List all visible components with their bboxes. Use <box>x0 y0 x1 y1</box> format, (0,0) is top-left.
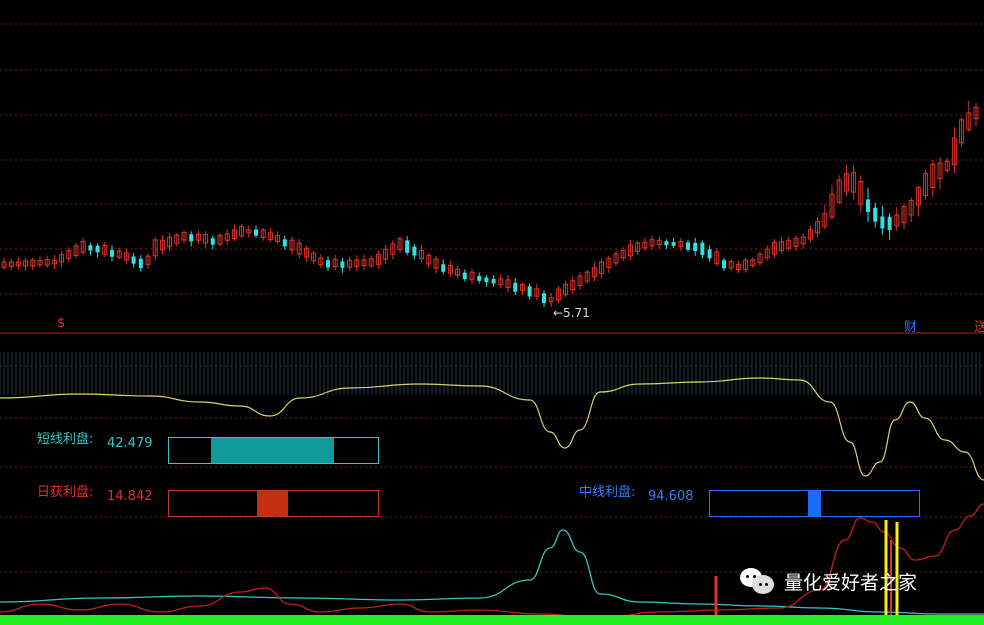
candle-body-down <box>700 242 705 256</box>
candle-body-down <box>484 277 489 283</box>
candle-body-down <box>527 286 532 297</box>
candle-body-down <box>491 278 496 284</box>
candle-body-down <box>462 272 467 280</box>
finance-marker: 财 <box>904 320 918 335</box>
candle-body-down <box>707 249 712 259</box>
candle-body-down <box>254 229 258 236</box>
mid-profit-fill <box>808 491 821 516</box>
short-profit-label: 短线利盘: <box>37 432 94 447</box>
candle-body-down <box>110 249 114 257</box>
mid-profit-label: 中线利盘: <box>579 485 636 500</box>
daily-profit-bar <box>168 490 379 517</box>
candle-body-down <box>887 216 892 231</box>
candle-body-down <box>189 234 194 242</box>
red-indicator-line <box>0 503 984 619</box>
short-profit-value: 42.479 <box>107 436 153 451</box>
low-price-marker: ←5.71 <box>553 306 590 320</box>
daily-profit-fill <box>256 491 289 516</box>
watermark-text: 量化爱好者之家 <box>784 571 918 594</box>
wechat-icon <box>740 566 776 596</box>
candle-body-down <box>210 238 215 245</box>
candle-body-down <box>95 245 100 253</box>
candle-body-down <box>340 261 345 268</box>
candle-body-down <box>880 216 885 229</box>
short-profit-bar <box>168 437 379 464</box>
daily-profit-value: 14.842 <box>107 489 153 504</box>
stock-chart-canvas[interactable] <box>0 0 984 625</box>
candle-body-down <box>513 282 518 292</box>
candle-body-down <box>138 258 143 269</box>
candle-body-down <box>686 242 690 250</box>
candle-body-down <box>88 245 93 251</box>
daily-profit-label: 日获利盘: <box>37 485 94 500</box>
right-edge-marker: 送 <box>974 320 984 335</box>
candle-body-down <box>671 242 676 246</box>
candle-body-down <box>866 199 870 213</box>
short-profit-fill <box>210 438 335 463</box>
mid-profit-bar <box>709 490 920 517</box>
green-baseline <box>0 615 984 625</box>
candle-body-down <box>282 239 287 247</box>
candle-body-down <box>412 246 417 256</box>
watermark: 量化爱好者之家 <box>740 566 917 596</box>
candle-body-down <box>693 242 698 252</box>
mid-profit-value: 94.608 <box>648 489 694 504</box>
candle-body-down <box>873 207 878 222</box>
left-marker: $ <box>57 316 66 331</box>
volume-shade-bars <box>0 352 981 395</box>
candle-body-down <box>664 241 669 246</box>
candle-body-down <box>477 275 482 281</box>
candle-body-down <box>131 256 136 264</box>
candle-body-down <box>441 264 446 272</box>
candle-body-down <box>405 240 410 253</box>
candle-body-down <box>542 293 546 304</box>
candle-body-down <box>326 260 330 268</box>
candle-body-down <box>722 260 726 269</box>
